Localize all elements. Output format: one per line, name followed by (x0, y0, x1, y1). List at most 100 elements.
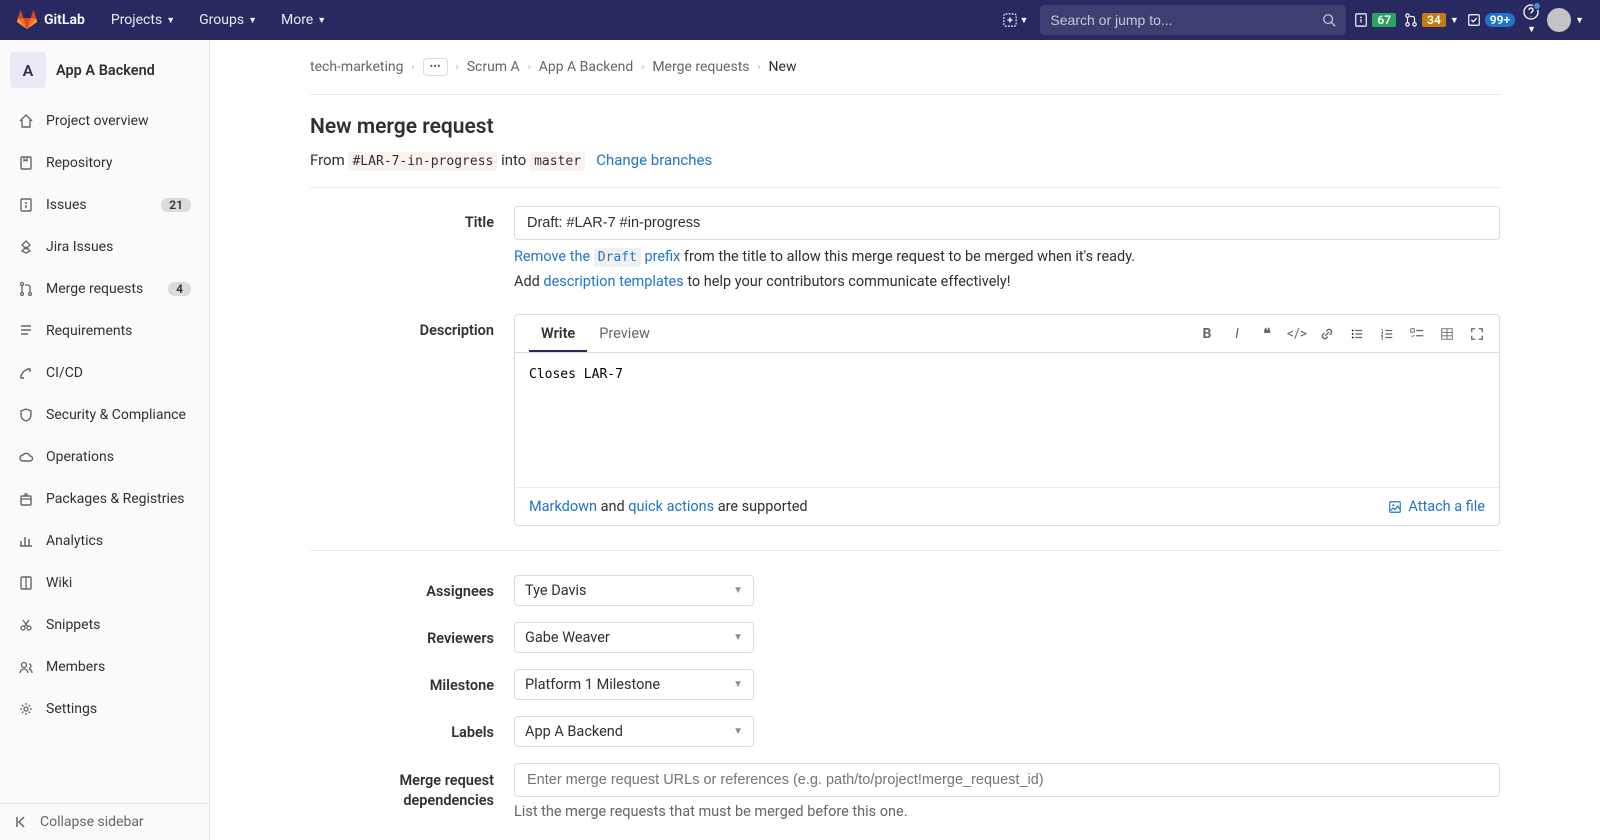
tab-write[interactable]: Write (529, 315, 587, 352)
attach-icon (1388, 500, 1402, 514)
description-templates-link[interactable]: description templates (543, 273, 683, 290)
sidebar-item-jira-issues[interactable]: Jira Issues (4, 226, 205, 268)
deps-input[interactable] (514, 763, 1500, 797)
settings-icon (18, 701, 34, 717)
groups-menu[interactable]: Groups▼ (189, 12, 267, 28)
attach-file-button[interactable]: Attach a file (1388, 498, 1485, 515)
sidebar-item-packages-registries[interactable]: Packages & Registries (4, 478, 205, 520)
more-menu[interactable]: More▼ (271, 12, 336, 28)
req-icon (18, 323, 34, 339)
sidebar-item-wiki[interactable]: Wiki (4, 562, 205, 604)
home-icon (18, 113, 34, 129)
sidebar-item-label: Jira Issues (46, 239, 191, 255)
brand-logo[interactable]: GitLab (16, 9, 85, 31)
header-right: ▼ 67 34▼ 99+ ▼ ▼ (999, 4, 1584, 36)
tab-preview[interactable]: Preview (587, 315, 662, 352)
sidebar-item-repository[interactable]: Repository (4, 142, 205, 184)
sidebar-item-requirements[interactable]: Requirements (4, 310, 205, 352)
content-area: tech-marketing› •••› Scrum A› App A Back… (210, 40, 1600, 840)
gitlab-icon (16, 9, 38, 31)
sidebar-item-label: CI/CD (46, 365, 191, 381)
snippet-icon (18, 617, 34, 633)
project-avatar: A (10, 52, 46, 88)
todo-icon (1467, 13, 1481, 27)
sidebar-item-project-overview[interactable]: Project overview (4, 100, 205, 142)
reviewers-dropdown[interactable]: Gabe Weaver▼ (514, 622, 754, 653)
assignees-dropdown[interactable]: Tye Davis▼ (514, 575, 754, 606)
code-button[interactable]: </> (1289, 326, 1305, 342)
sidebar-item-issues[interactable]: Issues21 (4, 184, 205, 226)
svg-text:3: 3 (1381, 336, 1384, 341)
tasklist-button[interactable] (1409, 326, 1425, 342)
sidebar-item-label: Repository (46, 155, 191, 171)
sidebar-item-settings[interactable]: Settings (4, 688, 205, 730)
table-button[interactable] (1439, 326, 1455, 342)
ol-button[interactable]: 123 (1379, 326, 1395, 342)
bc-tech-marketing[interactable]: tech-marketing (310, 59, 404, 75)
bc-scrum-a[interactable]: Scrum A (467, 59, 520, 75)
collapse-icon (14, 814, 30, 830)
deps-label: Merge requestdependencies (310, 763, 514, 820)
sidebar-item-operations[interactable]: Operations (4, 436, 205, 478)
sidebar-item-label: Operations (46, 449, 191, 465)
issues-counter[interactable]: 67 (1354, 13, 1396, 27)
sidebar-item-snippets[interactable]: Snippets (4, 604, 205, 646)
navbar: GitLab Projects▼ Groups▼ More▼ ▼ 67 34▼ … (0, 0, 1600, 40)
milestone-label: Milestone (310, 669, 514, 700)
sidebar-item-members[interactable]: Members (4, 646, 205, 688)
sidebar-item-security-compliance[interactable]: Security & Compliance (4, 394, 205, 436)
quick-actions-link[interactable]: quick actions (628, 498, 714, 515)
collapse-sidebar[interactable]: Collapse sidebar (0, 803, 209, 840)
remove-draft-link[interactable]: Remove the Draft prefix (514, 248, 680, 265)
user-menu[interactable]: ▼ (1547, 8, 1584, 32)
labels-dropdown[interactable]: App A Backend▼ (514, 716, 754, 747)
bold-button[interactable]: B (1199, 326, 1215, 342)
sidebar-item-ci-cd[interactable]: CI/CD (4, 352, 205, 394)
markdown-hint: Markdown and quick actions are supported (529, 498, 808, 515)
bc-app-a-backend[interactable]: App A Backend (539, 59, 634, 75)
markdown-link[interactable]: Markdown (529, 498, 597, 515)
change-branches-link[interactable]: Change branches (596, 151, 712, 169)
cloud-icon (18, 449, 34, 465)
title-label: Title (310, 206, 514, 290)
project-header[interactable]: A App A Backend (0, 40, 209, 100)
fullscreen-button[interactable] (1469, 326, 1485, 342)
target-branch: master (530, 152, 585, 171)
package-icon (18, 491, 34, 507)
help-button[interactable]: ▼ (1523, 4, 1539, 36)
search-input[interactable] (1050, 12, 1322, 28)
link-button[interactable] (1319, 326, 1335, 342)
mr-icon (18, 281, 34, 297)
deps-hint: List the merge requests that must be mer… (514, 803, 1500, 820)
wiki-icon (18, 575, 34, 591)
description-textarea[interactable] (515, 353, 1499, 483)
todo-counter[interactable]: 99+ (1467, 13, 1515, 27)
draft-helper: Remove the Draft prefix from the title t… (514, 248, 1500, 265)
sidebar-item-label: Settings (46, 701, 191, 717)
bc-merge-requests[interactable]: Merge requests (652, 59, 749, 75)
repo-icon (18, 155, 34, 171)
search-icon (1322, 13, 1336, 27)
quote-button[interactable]: ❝ (1259, 326, 1275, 342)
sidebar-item-label: Project overview (46, 113, 191, 129)
header-menu: Projects▼ Groups▼ More▼ (101, 12, 336, 28)
projects-menu[interactable]: Projects▼ (101, 12, 185, 28)
breadcrumbs: tech-marketing› •••› Scrum A› App A Back… (310, 40, 1500, 95)
search-box[interactable] (1040, 5, 1346, 35)
title-input[interactable] (514, 206, 1500, 240)
sidebar-item-analytics[interactable]: Analytics (4, 520, 205, 562)
new-button[interactable]: ▼ (999, 13, 1032, 27)
mr-counter[interactable]: 34▼ (1404, 13, 1459, 27)
editor-toolbar: B I ❝ </> 123 (1199, 326, 1485, 342)
bc-ellipsis[interactable]: ••• (423, 58, 448, 76)
sidebar-item-label: Security & Compliance (46, 407, 191, 423)
members-icon (18, 659, 34, 675)
milestone-dropdown[interactable]: Platform 1 Milestone▼ (514, 669, 754, 700)
shield-icon (18, 407, 34, 423)
sidebar-badge: 21 (161, 198, 191, 212)
sidebar-badge: 4 (168, 282, 191, 296)
italic-button[interactable]: I (1229, 326, 1245, 342)
sidebar-item-merge-requests[interactable]: Merge requests4 (4, 268, 205, 310)
ul-button[interactable] (1349, 326, 1365, 342)
merge-icon (1404, 13, 1418, 27)
